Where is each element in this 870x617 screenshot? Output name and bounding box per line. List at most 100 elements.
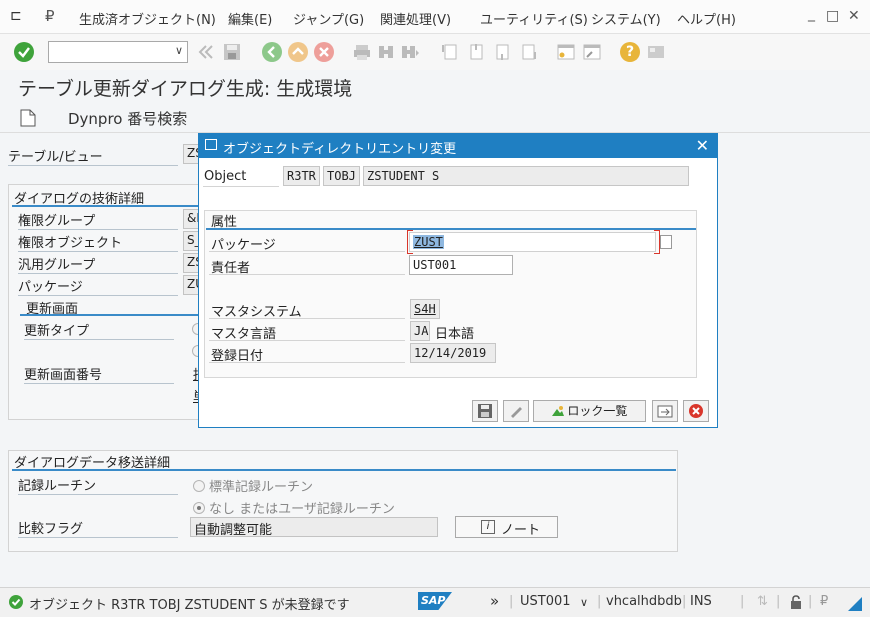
find-icon[interactable] bbox=[376, 42, 396, 62]
radio-standard-label: 標準記録ルーチン bbox=[209, 480, 314, 495]
command-field[interactable]: ∨ bbox=[48, 41, 188, 63]
minimize-button[interactable]: _ bbox=[808, 6, 815, 22]
status-message[interactable]: オブジェクト R3TR TOBJ ZSTUDENT S が未登録です bbox=[29, 594, 350, 613]
last-page-icon[interactable] bbox=[518, 42, 538, 62]
status-separator: | bbox=[509, 594, 514, 609]
exit-icon[interactable] bbox=[288, 42, 308, 62]
save-icon[interactable] bbox=[222, 42, 242, 62]
auth-group-label: 権限グループ bbox=[18, 210, 178, 230]
status-separator: | bbox=[808, 594, 813, 609]
function-group-label: 汎用グループ bbox=[18, 254, 178, 274]
menu-toggle-icon[interactable]: ⊏ bbox=[10, 8, 22, 24]
back-double-chevron-icon[interactable] bbox=[196, 42, 216, 62]
radio-standard-routine[interactable]: 標準記録ルーチン bbox=[193, 476, 313, 495]
transfer-icon: ⇅ bbox=[757, 594, 768, 609]
divider bbox=[209, 318, 405, 319]
shortcut-icon[interactable] bbox=[582, 42, 602, 62]
focus-bracket-left bbox=[407, 230, 413, 254]
print-icon[interactable] bbox=[352, 42, 372, 62]
menu-generated-objects[interactable]: 生成済オブジェクト(N) bbox=[79, 9, 216, 28]
close-window-button[interactable]: ✕ bbox=[848, 8, 860, 24]
object-name-text: ZSTUDENT bbox=[367, 169, 425, 183]
created-date-field: 12/14/2019 bbox=[410, 343, 496, 363]
save-button[interactable] bbox=[472, 400, 498, 422]
cancel-icon bbox=[689, 404, 703, 418]
maint-screen-no-label: 更新画面番号 bbox=[24, 364, 174, 384]
note-button-label: ノート bbox=[501, 523, 541, 538]
divider bbox=[203, 186, 279, 187]
sap-logo: SAP bbox=[418, 592, 452, 610]
section-divider bbox=[20, 314, 202, 316]
maximize-button[interactable]: □ bbox=[826, 8, 839, 24]
dialog-title: オブジェクトディレクトリエントリ変更 bbox=[223, 142, 457, 157]
dialog-window-icon bbox=[205, 139, 217, 150]
divider bbox=[209, 251, 405, 252]
help-icon[interactable]: ? bbox=[620, 42, 640, 62]
cancel-button[interactable] bbox=[683, 400, 709, 422]
package-label: パッケージ bbox=[18, 276, 178, 296]
lock-overview-button[interactable]: ロック一覧 bbox=[533, 400, 646, 422]
lock-icon bbox=[791, 595, 801, 609]
chevron-down-icon[interactable]: ∨ bbox=[580, 596, 588, 609]
sap-menu-icon[interactable]: ₽ bbox=[45, 7, 55, 25]
edit-button[interactable] bbox=[503, 400, 529, 422]
master-lang-code: JA bbox=[410, 321, 430, 341]
status-bar: オブジェクト R3TR TOBJ ZSTUDENT S が未登録です SAP »… bbox=[0, 587, 870, 617]
master-lang-name: 日本語 bbox=[435, 327, 475, 342]
sap-icon: ₽ bbox=[820, 594, 829, 609]
save-icon bbox=[478, 404, 492, 418]
find-next-icon[interactable] bbox=[400, 42, 420, 62]
customize-layout-icon[interactable] bbox=[646, 42, 666, 62]
insert-mode[interactable]: INS bbox=[690, 594, 712, 609]
menu-bar: ⊏ ₽ 生成済オブジェクト(N) 編集(E) ジャンプ(G) 関連処理(V) ユ… bbox=[0, 0, 870, 34]
enter-check-icon[interactable] bbox=[14, 42, 34, 62]
object-name-field: ZSTUDENT S bbox=[363, 166, 689, 186]
object-suffix-text: S bbox=[432, 169, 440, 183]
compare-flag-field[interactable]: 自動調整可能 bbox=[190, 517, 438, 537]
mountain-icon bbox=[551, 405, 564, 417]
divider bbox=[209, 274, 405, 275]
responsible-input[interactable]: UST001 bbox=[409, 255, 513, 275]
package-input-value: ZUST bbox=[413, 235, 444, 249]
menu-extras[interactable]: 関連処理(V) bbox=[380, 9, 451, 28]
status-separator: | bbox=[776, 594, 781, 609]
package-input[interactable]: ZUST bbox=[409, 232, 656, 252]
previous-page-icon[interactable] bbox=[466, 42, 486, 62]
transport-icon bbox=[657, 405, 673, 418]
double-chevron-icon[interactable]: » bbox=[490, 592, 499, 610]
menu-help[interactable]: ヘルプ(H) bbox=[677, 9, 736, 28]
note-button[interactable]: i ノート bbox=[455, 516, 558, 538]
success-check-icon bbox=[9, 595, 23, 609]
back-icon[interactable] bbox=[262, 42, 282, 62]
object-pgmid-field: R3TR bbox=[283, 166, 320, 186]
chevron-down-icon[interactable]: ∨ bbox=[175, 44, 183, 57]
menu-utilities[interactable]: ユーティリティ(S) bbox=[480, 9, 588, 28]
menu-goto[interactable]: ジャンプ(G) bbox=[293, 9, 364, 28]
radio-no-routine[interactable]: なし またはユーザ記録ルーチン bbox=[193, 498, 395, 517]
info-icon: i bbox=[481, 520, 495, 534]
first-page-icon[interactable] bbox=[440, 42, 460, 62]
section-divider bbox=[12, 469, 676, 471]
auth-object-label: 権限オブジェクト bbox=[18, 232, 178, 252]
dynpro-search-button[interactable]: Dynpro 番号検索 bbox=[68, 108, 187, 129]
table-view-label: テーブル/ビュー bbox=[8, 146, 178, 166]
document-icon[interactable] bbox=[20, 109, 36, 127]
lock-overview-label: ロック一覧 bbox=[567, 404, 628, 418]
application-toolbar: Dynpro 番号検索 bbox=[0, 103, 870, 133]
create-session-icon[interactable] bbox=[556, 42, 576, 62]
divider bbox=[209, 340, 405, 341]
dialog-close-icon[interactable]: ✕ bbox=[696, 136, 709, 155]
status-separator: | bbox=[597, 594, 602, 609]
value-help-icon[interactable] bbox=[660, 235, 672, 249]
menu-edit[interactable]: 編集(E) bbox=[228, 9, 272, 28]
system-user: UST001 bbox=[520, 594, 571, 609]
page-title: テーブル更新ダイアログ生成: 生成環境 bbox=[18, 78, 353, 100]
transport-button[interactable] bbox=[652, 400, 678, 422]
next-page-icon[interactable] bbox=[492, 42, 512, 62]
section-divider bbox=[12, 205, 202, 207]
status-separator: | bbox=[682, 594, 687, 609]
menu-system[interactable]: システム(Y) bbox=[591, 9, 661, 28]
cancel-icon[interactable] bbox=[314, 42, 334, 62]
resize-grip-icon[interactable] bbox=[848, 597, 862, 611]
record-routine-label: 記録ルーチン bbox=[18, 475, 178, 495]
